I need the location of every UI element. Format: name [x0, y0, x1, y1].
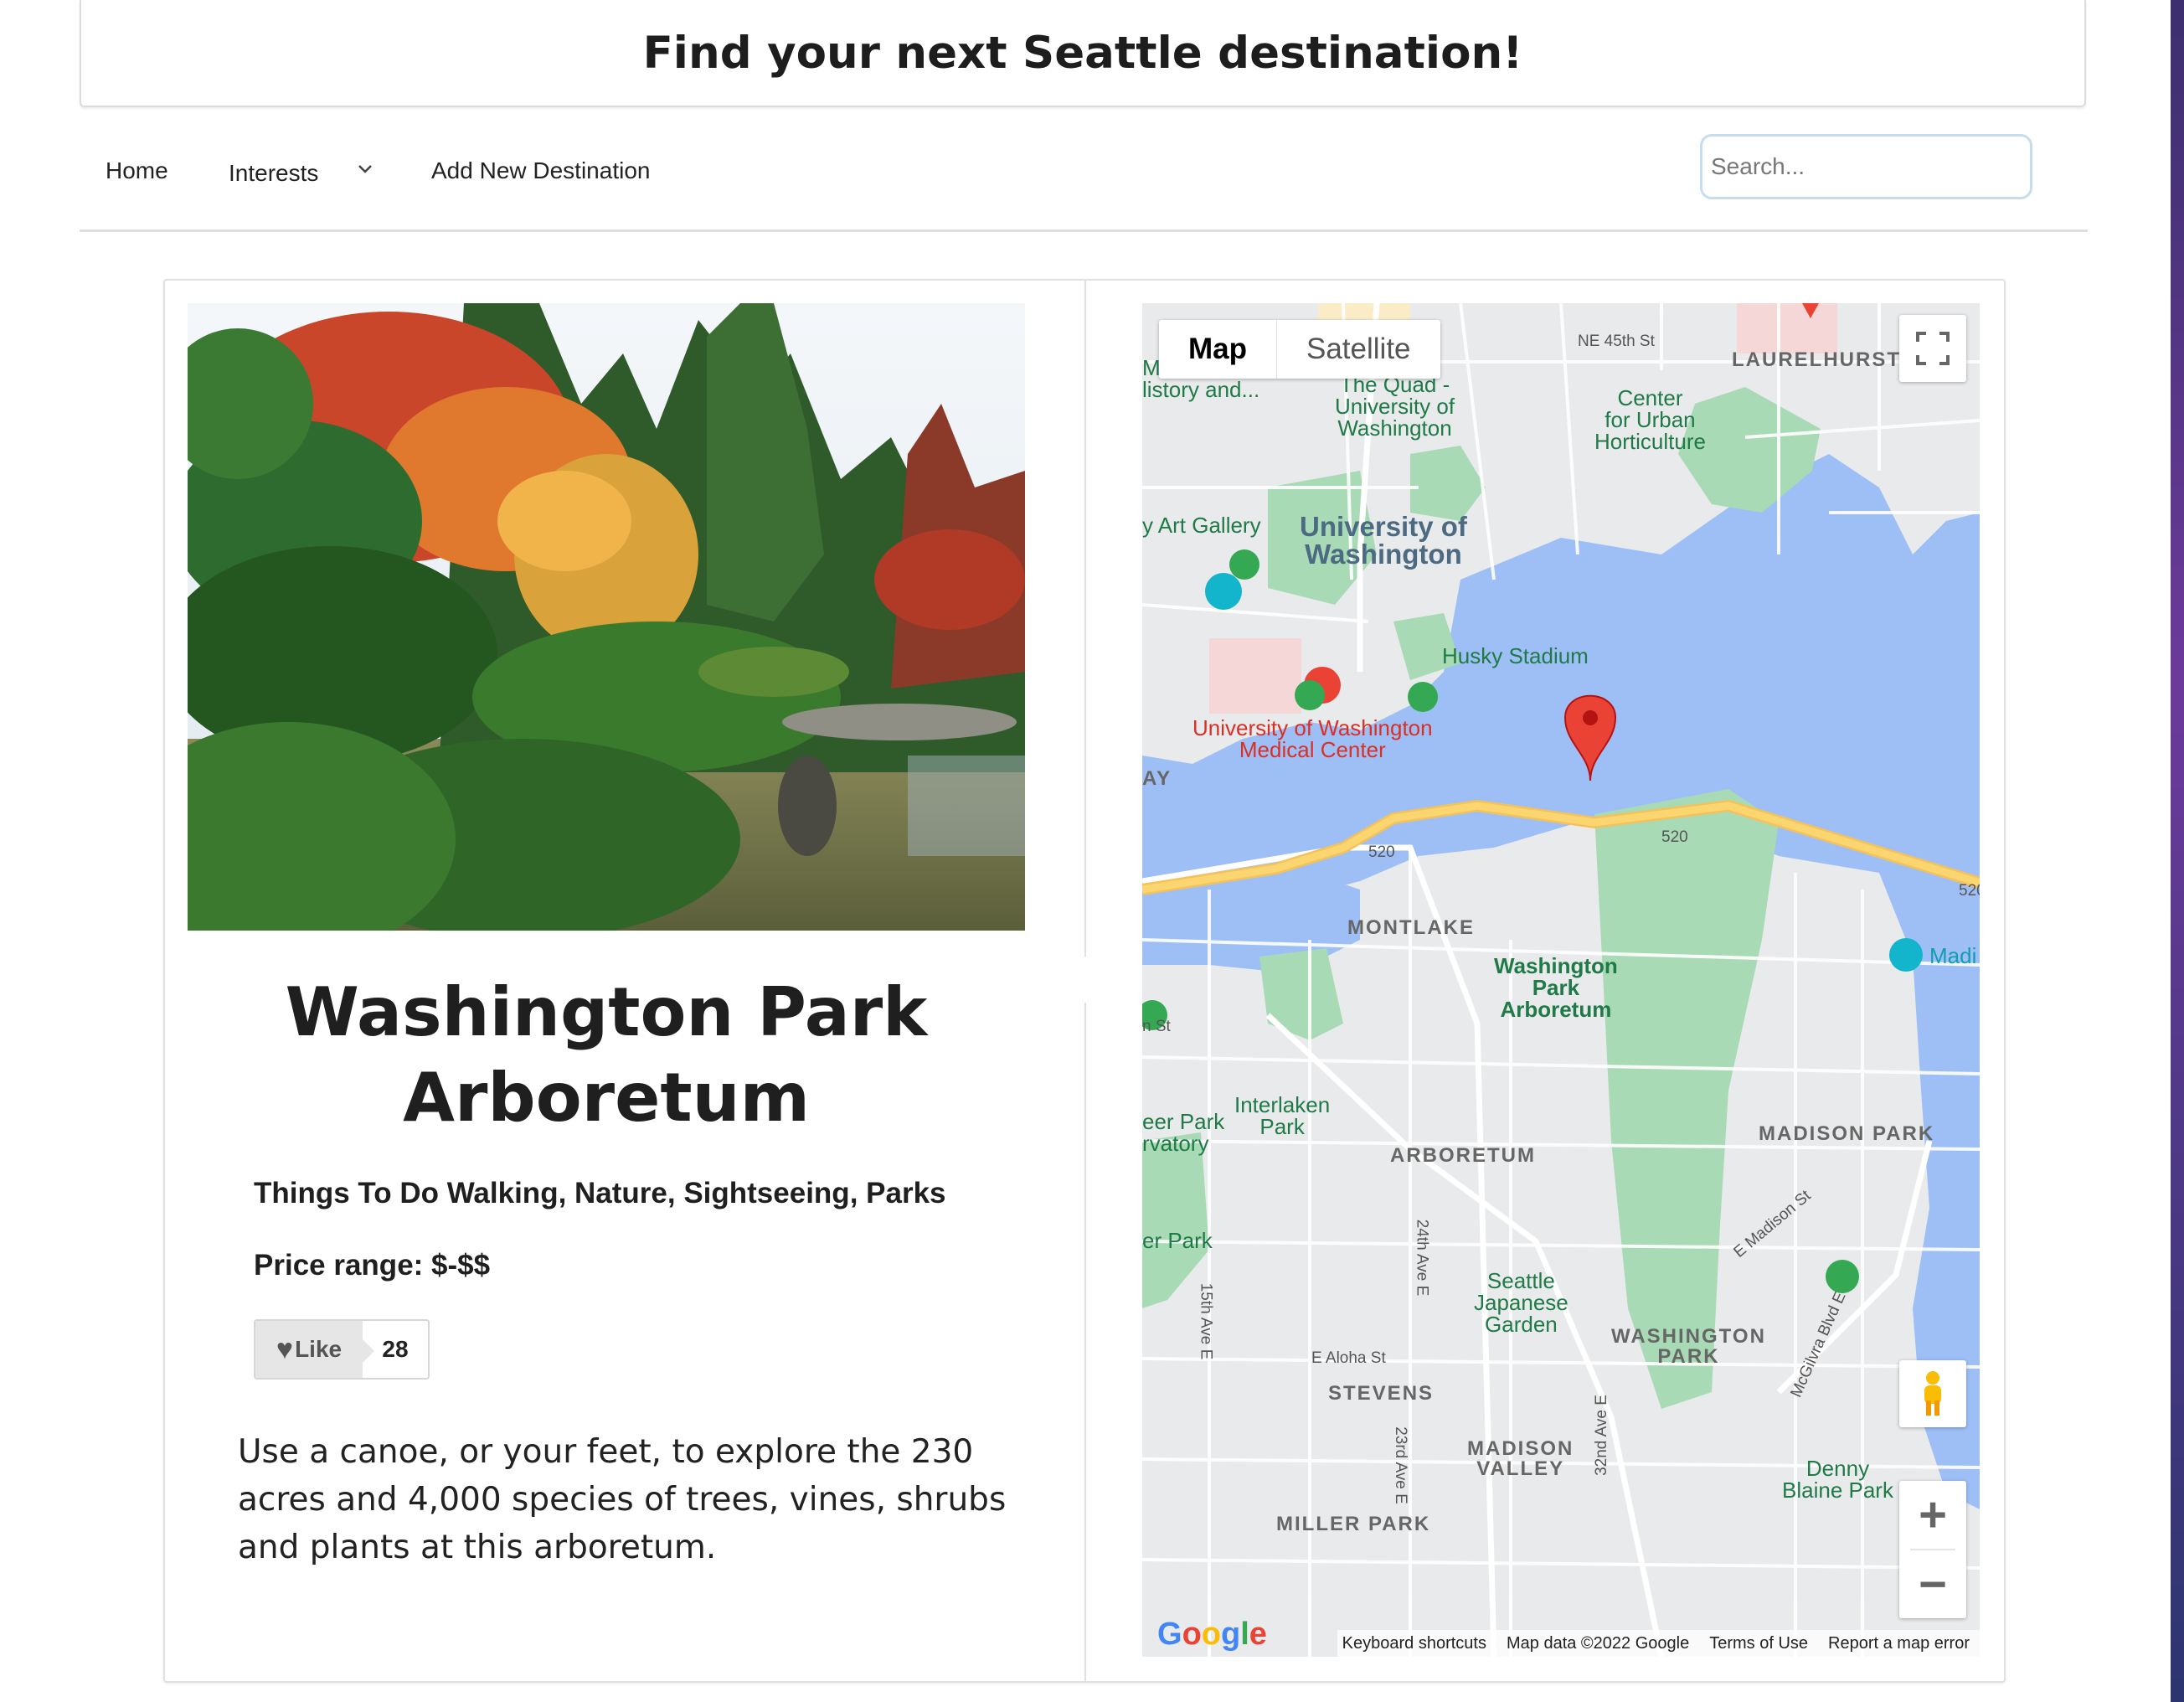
heart-icon: ♥ [276, 1333, 294, 1365]
google-logo[interactable]: Google [1157, 1617, 1267, 1653]
map-label-denny: Denny Blaine Park [1782, 1456, 1893, 1503]
fullscreen-icon[interactable] [1899, 315, 1966, 382]
map-label-ave23: 23rd Ave E [1391, 1426, 1409, 1504]
map-type-toggle: Map Satellite [1159, 320, 1440, 379]
map-label-washpark: WASHINGTON PARK [1611, 1325, 1766, 1368]
map-label-madisonpark: MADISON PARK [1759, 1122, 1935, 1145]
like-label: Like [295, 1336, 343, 1362]
map-tab-satellite[interactable]: Satellite [1277, 320, 1440, 379]
card-divider [1084, 281, 1086, 957]
map-label-madi: Madi [1929, 943, 1977, 968]
map-widget[interactable]: NE 45th St LAURELHURST Museum of listory… [1142, 303, 1980, 1657]
keyboard-shortcuts-link[interactable]: Keyboard shortcuts [1342, 1634, 1486, 1653]
map-label-quad: The Quad - University of Washington [1335, 372, 1455, 441]
map-label-uw: University of Washington [1300, 511, 1467, 570]
nav-interests-dropdown[interactable]: Interests [229, 160, 318, 187]
zoom-control: + − [1899, 1481, 1966, 1618]
map-label-520c: 520 [1959, 882, 1980, 900]
map-label-uwmc: University of Washington Medical Center [1192, 715, 1433, 762]
map-label-520b: 520 [1661, 828, 1688, 846]
map-label-husky: Husky Stadium [1442, 643, 1589, 668]
map-label-520a: 520 [1368, 843, 1395, 861]
destination-title: Washington Park Arboretum [285, 973, 928, 1137]
nav-home-link[interactable]: Home [106, 157, 168, 184]
map-label-laurelhurst: LAURELHURST [1732, 348, 1901, 371]
map-label-madvalley: MADISON VALLEY [1467, 1437, 1574, 1480]
map-tab-map[interactable]: Map [1159, 320, 1277, 379]
map-label-ave24: 24th Ave E [1413, 1219, 1431, 1297]
map-label-ave32: 32nd Ave E [1592, 1395, 1610, 1476]
page-header: Find your next Seattle destination! [80, 0, 2086, 107]
map-label-ay: AY [1142, 767, 1172, 790]
map-label-montlake: MONTLAKE [1347, 916, 1475, 939]
map-label-nst: n St [1142, 1018, 1171, 1035]
map-label-interlaken: Interlaken Park [1234, 1092, 1331, 1139]
map-label-aloha: E Aloha St [1311, 1349, 1386, 1367]
chevron-down-icon[interactable] [356, 157, 374, 183]
zoom-in-button[interactable]: + [1899, 1481, 1966, 1549]
map-label-center: Center for Urban Horticulture [1594, 385, 1706, 454]
map-label-wpa: Washington Park Arboretum [1494, 953, 1618, 1022]
card-divider [1084, 1003, 1086, 1681]
map-label-artgallery: y Art Gallery [1142, 513, 1261, 538]
destination-description: Use a canoe, or your feet, to explore th… [238, 1433, 1007, 1566]
search-input[interactable] [1700, 134, 2032, 199]
pegman-icon[interactable] [1899, 1360, 1966, 1427]
map-label-arboretum: ARBORETUM [1390, 1144, 1536, 1167]
terms-link[interactable]: Terms of Use [1709, 1634, 1808, 1653]
map-label-eerpark: eer Park rvatory [1142, 1109, 1225, 1156]
map-label-ave15: 15th Ave E [1197, 1282, 1215, 1360]
price-range: Price range: $-$$ [254, 1249, 491, 1282]
zoom-out-button[interactable]: − [1899, 1550, 1966, 1618]
like-button[interactable]: ♥ Like [255, 1321, 374, 1378]
like-widget: ♥ Like 28 [254, 1319, 430, 1380]
page-title: Find your next Seattle destination! [642, 27, 1523, 79]
window-edge [2171, 0, 2184, 1702]
things-to-do: Things To Do Walking, Nature, Sightseein… [254, 1177, 946, 1209]
navbar: Home Interests Add New Destination [80, 126, 2088, 232]
nav-add-destination-link[interactable]: Add New Destination [431, 157, 650, 184]
map-label-japanese: Seattle Japanese Garden [1474, 1268, 1568, 1337]
map-label-millerpark: MILLER PARK [1276, 1513, 1431, 1535]
report-error-link[interactable]: Report a map error [1828, 1634, 1970, 1653]
map-label-stevens: STEVENS [1328, 1382, 1435, 1405]
map-label-erpark: er Park [1142, 1228, 1213, 1253]
map-data-text: Map data ©2022 Google [1506, 1633, 1690, 1653]
map-label-ne45: NE 45th St [1578, 333, 1655, 350]
destination-photo [188, 303, 1025, 931]
map-attribution: Keyboard shortcuts Map data ©2022 Google… [1337, 1630, 1980, 1657]
